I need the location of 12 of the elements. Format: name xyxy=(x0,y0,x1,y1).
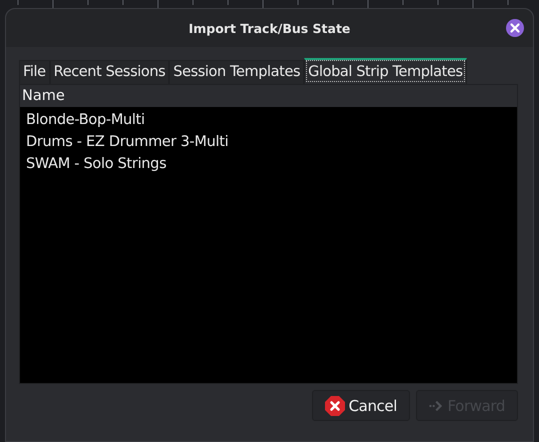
tab[interactable]: Recent Sessions xyxy=(50,60,170,84)
list-item[interactable]: Drums - EZ Drummer 3-Multi xyxy=(20,132,517,154)
list-item[interactable]: SWAM - Solo Strings xyxy=(20,154,517,176)
close-icon[interactable] xyxy=(506,19,524,37)
column-header[interactable]: Name xyxy=(22,88,65,104)
cancel-button[interactable]: Cancel xyxy=(312,390,410,421)
window-title: Import Track/Bus State xyxy=(188,20,350,36)
tab[interactable]: Global Strip Templates xyxy=(304,58,467,84)
tab[interactable]: Session Templates xyxy=(169,60,304,84)
tab[interactable]: File xyxy=(19,60,50,84)
list-item[interactable]: Blonde-Bop-Multi xyxy=(20,110,517,132)
stop-icon xyxy=(324,396,345,416)
